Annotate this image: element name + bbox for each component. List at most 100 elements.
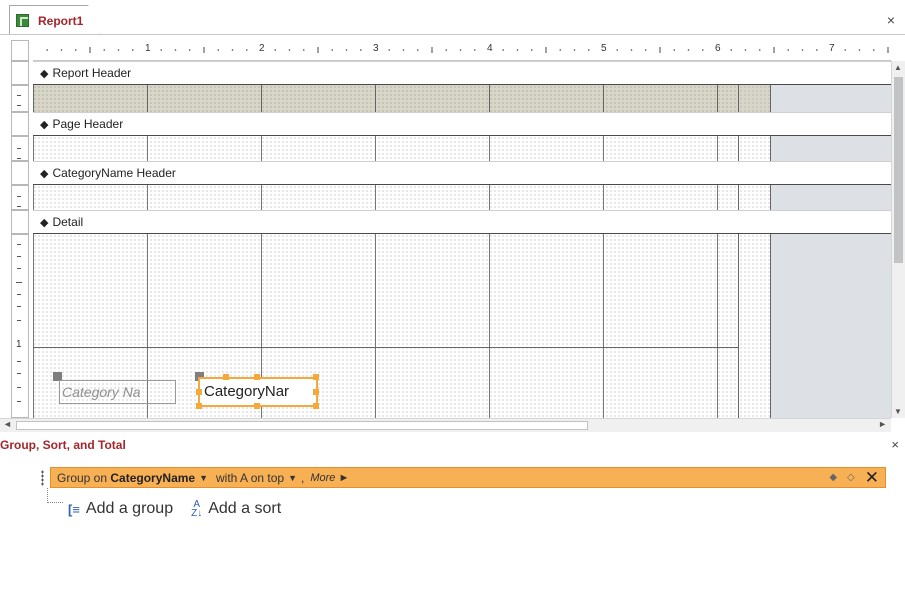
scroll-up-icon[interactable]: ▲ bbox=[894, 63, 902, 72]
vertical-ruler-segment bbox=[11, 85, 29, 112]
close-document-icon[interactable]: × bbox=[887, 12, 895, 28]
ruler-tick bbox=[359, 49, 362, 51]
select-report-box[interactable] bbox=[11, 40, 29, 61]
ruler-tick bbox=[872, 49, 875, 51]
add-group-button[interactable]: Add a group bbox=[86, 500, 173, 518]
resize-handle[interactable] bbox=[196, 389, 202, 395]
resize-handle[interactable] bbox=[196, 403, 202, 409]
ruler-ticks bbox=[46, 47, 889, 53]
page-header-band[interactable] bbox=[33, 136, 738, 161]
add-actions-row: [≡ Add a group A Z↓ Add a sort bbox=[68, 500, 281, 519]
ruler-tick bbox=[131, 49, 134, 51]
ruler-tick bbox=[616, 49, 619, 51]
ruler-tick bbox=[46, 49, 49, 51]
ruler-tick bbox=[516, 49, 519, 51]
ruler-tick bbox=[245, 49, 248, 51]
ruler-tick bbox=[302, 49, 305, 51]
ruler-tick bbox=[744, 49, 747, 51]
horizontal-scroll-thumb[interactable] bbox=[16, 421, 588, 430]
section-bar-detail[interactable]: ◆ Detail bbox=[33, 210, 891, 234]
horizontal-ruler[interactable]: 1 2 3 4 5 6 7 bbox=[33, 40, 891, 61]
ruler-tick bbox=[274, 49, 277, 51]
close-pane-icon[interactable]: × bbox=[891, 437, 899, 452]
ruler-tick bbox=[217, 49, 220, 51]
ruler-number: 7 bbox=[829, 43, 835, 54]
ruler-tick bbox=[459, 49, 462, 51]
resize-handle[interactable] bbox=[313, 403, 319, 409]
section-bar-categoryname-header[interactable]: ◆ CategoryName Header bbox=[33, 161, 891, 185]
section-label: CategoryName Header bbox=[52, 166, 176, 180]
ruler-tick bbox=[858, 49, 861, 51]
resize-handle[interactable] bbox=[223, 374, 229, 380]
ruler-tick bbox=[644, 49, 647, 51]
horizontal-scrollbar[interactable]: ◄ ► bbox=[0, 418, 891, 432]
move-up-icon[interactable]: ◆ bbox=[829, 472, 837, 483]
ruler-tick bbox=[758, 49, 761, 51]
section-selector[interactable] bbox=[11, 112, 29, 136]
tab-divider bbox=[0, 34, 905, 35]
section-arrow-icon: ◆ bbox=[40, 118, 49, 131]
resize-handle[interactable] bbox=[313, 389, 319, 395]
ruler-tick bbox=[701, 49, 704, 51]
scroll-right-icon[interactable]: ► bbox=[878, 419, 887, 429]
section-selector[interactable] bbox=[11, 161, 29, 185]
ruler-tick bbox=[787, 49, 790, 51]
categoryname-header-band[interactable] bbox=[33, 185, 738, 210]
ruler-tick bbox=[815, 49, 818, 51]
group-sort-total-title: Group, Sort, and Total bbox=[0, 438, 126, 452]
delete-icon[interactable]: ✕ bbox=[865, 469, 879, 486]
ruler-tick bbox=[74, 49, 77, 51]
ruler-number: 3 bbox=[373, 43, 379, 54]
chevron-down-icon[interactable]: ▼ bbox=[288, 473, 297, 483]
vertical-scrollbar[interactable]: ▲ ▼ bbox=[891, 61, 905, 418]
ruler-tick bbox=[687, 49, 690, 51]
vertical-ruler-tick bbox=[17, 306, 21, 307]
ruler-tick bbox=[117, 49, 120, 51]
vertical-ruler-tick bbox=[17, 256, 21, 257]
vertical-ruler-tick bbox=[17, 105, 21, 106]
ruler-tick bbox=[416, 49, 419, 51]
detail-band-edge bbox=[738, 234, 771, 418]
sort-order-dropdown[interactable]: with A on top bbox=[216, 471, 284, 485]
document-tab-report1[interactable]: Report1 bbox=[9, 5, 101, 35]
group-field-dropdown[interactable]: CategoryName bbox=[110, 471, 195, 485]
ruler-tick bbox=[844, 49, 847, 51]
drag-handle-icon[interactable] bbox=[41, 470, 44, 486]
report-header-band-edge bbox=[738, 85, 771, 112]
group-on-label: Group on bbox=[57, 470, 108, 485]
more-options-link[interactable]: More ► bbox=[310, 472, 349, 484]
ruler-tick bbox=[103, 49, 106, 51]
vertical-scroll-thumb[interactable] bbox=[894, 77, 903, 263]
scroll-down-icon[interactable]: ▼ bbox=[894, 407, 902, 416]
group-level-row[interactable]: Group on CategoryName ▼ with A on top ▼ … bbox=[50, 467, 886, 488]
add-sort-button[interactable]: Add a sort bbox=[208, 500, 281, 518]
section-bar-report-header[interactable]: ◆ Report Header bbox=[33, 61, 891, 85]
vertical-ruler-tick bbox=[17, 387, 21, 388]
report-design-surface[interactable]: ◆ Report Header ◆ Page Header ◆ Category… bbox=[33, 61, 891, 418]
ruler-tick bbox=[174, 49, 177, 51]
document-tab-label: Report1 bbox=[38, 13, 84, 28]
vertical-ruler[interactable]: 1 bbox=[11, 61, 29, 418]
resize-handle[interactable] bbox=[313, 374, 319, 380]
vertical-ruler-tick bbox=[17, 373, 21, 374]
scroll-left-icon[interactable]: ◄ bbox=[3, 419, 12, 429]
category-name-label-control[interactable]: Category Na bbox=[59, 380, 176, 404]
chevron-down-icon[interactable]: ▼ bbox=[199, 473, 208, 483]
ruler-number: 2 bbox=[259, 43, 265, 54]
sort-az-icon[interactable]: A Z↓ bbox=[191, 500, 202, 519]
report-header-band[interactable] bbox=[33, 85, 738, 112]
ruler-number: 5 bbox=[601, 43, 607, 54]
section-bar-page-header[interactable]: ◆ Page Header bbox=[33, 112, 891, 136]
section-arrow-icon: ◆ bbox=[40, 167, 49, 180]
resize-handle[interactable] bbox=[254, 403, 260, 409]
vertical-ruler-tick bbox=[16, 282, 22, 283]
ruler-tick bbox=[231, 49, 234, 51]
resize-handle[interactable] bbox=[254, 374, 260, 380]
section-selector[interactable] bbox=[11, 61, 29, 85]
group-row-actions: ◆ ◇ ✕ bbox=[829, 469, 879, 486]
section-selector[interactable] bbox=[11, 210, 29, 234]
ruler-tick bbox=[345, 49, 348, 51]
add-group-icon[interactable]: [≡ bbox=[68, 502, 80, 517]
ruler-tick bbox=[630, 49, 633, 51]
move-down-icon[interactable]: ◇ bbox=[847, 472, 855, 483]
